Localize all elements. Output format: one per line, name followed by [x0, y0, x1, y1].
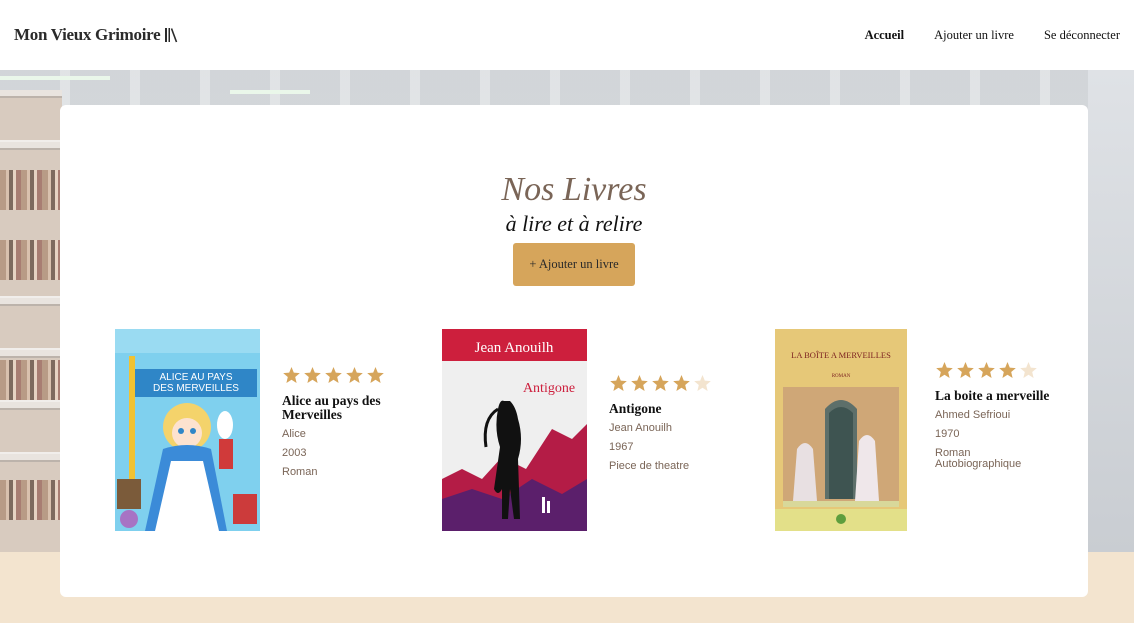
- svg-text:DES MERVEILLES: DES MERVEILLES: [153, 383, 239, 394]
- nav-accueil[interactable]: Accueil: [865, 28, 905, 43]
- star-filled-icon: [957, 362, 974, 378]
- rating-stars: [282, 366, 402, 388]
- main-nav: Accueil Ajouter un livre Se déconnecter: [865, 28, 1120, 43]
- book-card-alice[interactable]: ALICE AU PAYS DES MERVEILLES Alice au pa…: [115, 329, 415, 531]
- book-cover-boite[interactable]: LA BOÎTE A MERVEILLES ROMAN: [775, 329, 907, 531]
- books-card: Nos Livres à lire et à relire + Ajouter …: [60, 105, 1088, 597]
- nav-add-book[interactable]: Ajouter un livre: [934, 28, 1014, 43]
- star-filled-icon: [631, 375, 648, 391]
- star-filled-icon: [673, 375, 690, 391]
- book-title: Antigone: [609, 401, 662, 416]
- top-header: Mon Vieux Grimoire Accueil Ajouter un li…: [0, 0, 1134, 70]
- book-genre: Piece de theatre: [609, 460, 690, 472]
- site-logo[interactable]: Mon Vieux Grimoire: [14, 25, 178, 45]
- star-filled-icon: [325, 367, 342, 383]
- book-title: Alice au pays des Merveilles: [282, 393, 381, 422]
- book-year: 2003: [282, 447, 307, 459]
- nav-logout[interactable]: Se déconnecter: [1044, 28, 1120, 43]
- star-filled-icon: [978, 362, 995, 378]
- book-genre: Roman: [282, 466, 318, 478]
- antigone-cover-title: Antigone: [523, 381, 575, 396]
- star-empty-icon: [1020, 362, 1037, 378]
- book-author: Ahmed Sefrioui: [935, 409, 1011, 421]
- star-filled-icon: [652, 375, 669, 391]
- book-author: Jean Anouilh: [609, 422, 672, 434]
- add-book-button[interactable]: + Ajouter un livre: [513, 243, 635, 286]
- star-filled-icon: [283, 367, 300, 383]
- svg-text:ALICE AU PAYS: ALICE AU PAYS: [160, 372, 233, 383]
- book-cover-alice[interactable]: ALICE AU PAYS DES MERVEILLES: [115, 329, 260, 531]
- books-logo-icon: [165, 28, 178, 43]
- book-card-boite[interactable]: LA BOÎTE A MERVEILLES ROMAN La boite a m…: [775, 329, 1075, 531]
- antigone-cover-art: Jean Anouilh Antigone: [442, 329, 587, 531]
- book-year: 1967: [609, 441, 634, 453]
- book-card-antigone[interactable]: Jean Anouilh Antigone Antigone Jean Anou…: [442, 329, 742, 531]
- star-filled-icon: [367, 367, 384, 383]
- book-genre: Roman Autobiographique: [935, 447, 1022, 470]
- antigone-cover-author: Jean Anouilh: [475, 340, 554, 356]
- star-filled-icon: [610, 375, 627, 391]
- star-empty-icon: [694, 375, 711, 391]
- rating-stars: [935, 361, 1055, 383]
- page-title: Nos Livres: [501, 171, 647, 208]
- book-year: 1970: [935, 428, 960, 440]
- star-filled-icon: [346, 367, 363, 383]
- star-filled-icon: [936, 362, 953, 378]
- alice-cover-art: ALICE AU PAYS DES MERVEILLES: [115, 329, 260, 531]
- book-cover-antigone[interactable]: Jean Anouilh Antigone: [442, 329, 587, 531]
- book-author: Alice: [282, 428, 306, 440]
- page-subtitle: à lire et à relire: [505, 211, 643, 236]
- star-filled-icon: [999, 362, 1016, 378]
- logo-text: Mon Vieux Grimoire: [14, 25, 161, 44]
- rating-stars: [609, 374, 729, 396]
- boite-cover-subtitle: ROMAN: [832, 374, 851, 379]
- boite-cover-title: LA BOÎTE A MERVEILLES: [791, 350, 891, 360]
- star-filled-icon: [304, 367, 321, 383]
- book-title: La boite a merveille: [935, 388, 1050, 403]
- boite-cover-art: LA BOÎTE A MERVEILLES ROMAN: [775, 329, 907, 531]
